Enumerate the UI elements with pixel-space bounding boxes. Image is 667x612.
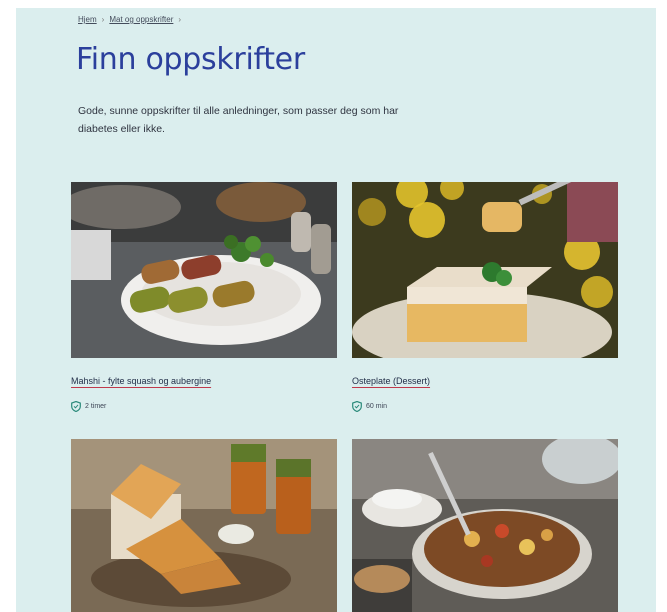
recipe-time: 2 timer	[85, 403, 107, 410]
breadcrumb-separator: ›	[178, 15, 182, 24]
recipe-meta: 2 timer	[71, 401, 337, 412]
page-intro: Gode, sunne oppskrifter til alle anledni…	[78, 105, 399, 135]
page-title: Finn oppskrifter	[76, 42, 305, 77]
breadcrumb-separator: ›	[101, 15, 105, 24]
recipe-image[interactable]	[352, 439, 618, 612]
recipe-image[interactable]	[352, 182, 618, 358]
recipe-meta: 60 min	[352, 401, 618, 412]
breadcrumb-home-link[interactable]: Hjem	[78, 15, 97, 24]
recipe-card[interactable]	[71, 439, 337, 612]
recipe-image[interactable]	[71, 439, 337, 612]
recipe-card[interactable]: Osteplate (Dessert) 60 min	[352, 182, 618, 412]
recipe-card[interactable]: Mahshi - fylte squash og aubergine 2 tim…	[71, 182, 337, 412]
breadcrumb: Hjem › Mat og oppskrifter ›	[78, 15, 181, 24]
recipe-title-link[interactable]: Mahshi - fylte squash og aubergine	[71, 376, 211, 386]
shield-icon	[352, 401, 362, 412]
breadcrumb-section-link[interactable]: Mat og oppskrifter	[109, 15, 173, 24]
recipe-card[interactable]	[352, 439, 618, 612]
recipe-time: 60 min	[366, 403, 388, 410]
recipe-image[interactable]	[71, 182, 337, 358]
shield-icon	[71, 401, 81, 412]
recipe-title-link[interactable]: Osteplate (Dessert)	[352, 376, 430, 386]
page-panel: Hjem › Mat og oppskrifter › Finn oppskri…	[16, 8, 656, 612]
